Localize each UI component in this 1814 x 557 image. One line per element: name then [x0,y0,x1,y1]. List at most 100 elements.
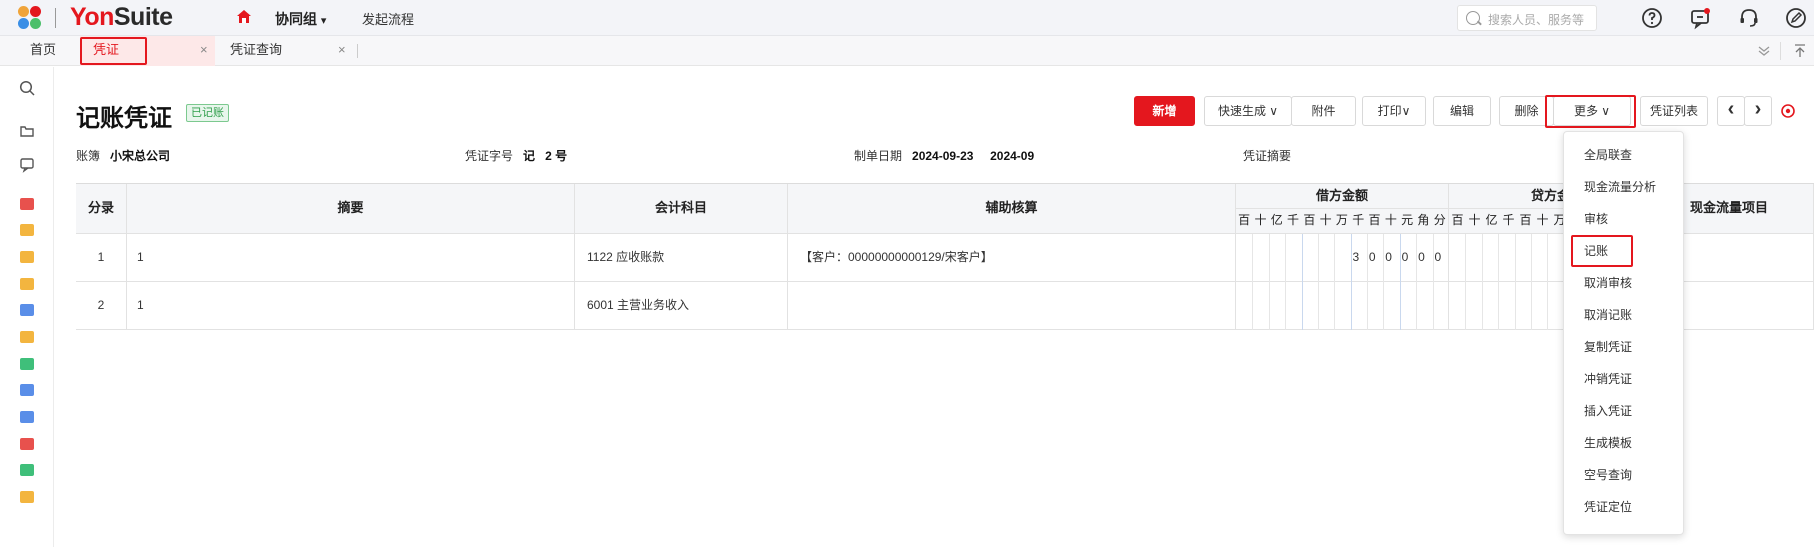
close-icon[interactable]: × [200,36,208,64]
menu-item[interactable]: 空号查询 [1584,466,1632,483]
table-row-auxiliary[interactable]: 【客户：00000000000129/宋客户】 [788,234,1236,282]
attachment-button[interactable]: 附件 [1291,96,1356,126]
header-summary: 摘要 [127,184,575,234]
digit-grid-line [1383,234,1385,330]
customer-service-icon[interactable] [1737,6,1761,30]
app-icon[interactable] [20,411,34,423]
more-dropdown-menu: 全局联查 现金流量分析 审核 记账 取消审核 取消记账 复制凭证 冲销凭证 插入… [1563,131,1684,535]
date-field: 制单日期 2024-09-23 2024-09 [854,149,1035,163]
table-row-no: 2 [76,282,127,330]
edit-button[interactable]: 编辑 [1433,96,1491,126]
app-icon[interactable] [20,464,34,476]
digit-grid-line [1498,234,1500,330]
logo-divider [55,8,56,28]
voucher-number-field: 凭证字号 记 2 号 [465,149,568,163]
menu-item[interactable]: 取消审核 [1584,274,1632,291]
header-account: 会计科目 [575,184,788,234]
table-row-account[interactable]: 1122 应收账款 [575,234,788,282]
digit-unit-label: 亿 [1270,213,1283,227]
page-title: 记账凭证 [76,105,172,132]
digit-unit-label: 角 [1417,213,1430,227]
digit-grid-line [1514,234,1516,330]
help-icon[interactable] [1640,6,1664,30]
app-icon[interactable] [20,198,34,210]
quick-generate-button[interactable]: 快速生成 ∨ [1204,96,1292,126]
highlight-box [80,37,147,65]
digit-grid-line [1301,234,1303,330]
table-row-auxiliary[interactable] [788,282,1236,330]
menu-item[interactable]: 凭证定位 [1584,498,1632,515]
app-icon[interactable] [20,251,34,263]
menu-item[interactable]: 审核 [1584,210,1608,227]
digit-unit-label: 分 [1433,213,1446,227]
tab-voucher-query[interactable]: 凭证查询 × [230,36,355,66]
menu-item[interactable]: 现金流量分析 [1584,178,1656,195]
settings-icon[interactable] [1780,103,1796,119]
digit-grid-line [1416,234,1418,330]
book-field: 账簿 小宋总公司 [76,149,171,163]
chat-icon[interactable] [19,157,35,173]
digit-grid-line [1350,234,1352,330]
edit-profile-icon[interactable] [1784,6,1808,30]
digit-grid-line [1268,234,1270,330]
menu-item[interactable]: 冲销凭证 [1584,370,1632,387]
digit-unit-label: 十 [1254,213,1267,227]
message-icon[interactable] [1688,6,1712,30]
global-search-input[interactable]: 搜索人员、服务等 [1457,5,1597,31]
tab-home[interactable]: 首页 [30,36,70,66]
digit-unit-label: 百 [1303,213,1316,227]
table-row-summary[interactable]: 1 [127,282,575,330]
app-icon[interactable] [20,304,34,316]
digit-grid-line [1465,234,1467,330]
voucher-list-button[interactable]: 凭证列表 [1640,96,1708,126]
app-icon[interactable] [20,358,34,370]
app-icon[interactable] [20,384,34,396]
table-row-account[interactable]: 6001 主营业务收入 [575,282,788,330]
digit-grid-line [1285,234,1287,330]
new-button[interactable]: 新增 [1134,96,1195,126]
app-icon[interactable] [20,331,34,343]
digit-unit-label: 百 [1451,213,1464,227]
digit-unit-label: 十 [1536,213,1549,227]
close-icon[interactable]: × [338,36,346,64]
start-flow-link[interactable]: 发起流程 [362,9,414,28]
print-button[interactable]: 打印∨ [1362,96,1426,126]
prev-button[interactable]: ‹ [1717,96,1745,126]
menu-item[interactable]: 生成模板 [1584,434,1632,451]
header-debit: 借方金额 [1236,184,1449,209]
chevron-down-icon[interactable] [1758,46,1770,56]
menu-item[interactable]: 复制凭证 [1584,338,1632,355]
next-button[interactable]: › [1744,96,1772,126]
left-sidebar [0,67,54,547]
digit-grid-line [1547,234,1549,330]
upload-icon[interactable] [1794,44,1806,58]
menu-item[interactable]: 取消记账 [1584,306,1632,323]
group-switcher[interactable]: 协同组 ▾ [275,9,326,29]
brand-logo: YonSuite [70,3,173,31]
menu-item[interactable]: 全局联查 [1584,146,1632,163]
cart-icon[interactable] [20,278,34,290]
app-icon[interactable] [20,438,34,450]
tab-divider [357,44,358,58]
app-icon[interactable] [20,224,34,236]
header-entry: 分录 [76,184,127,234]
status-badge: 已记账 [186,104,229,122]
app-icon[interactable] [20,491,34,503]
digit-unit-label: 千 [1502,213,1515,227]
digit-unit-label: 亿 [1485,213,1498,227]
digit-unit-label: 十 [1319,213,1332,227]
digit-grid-line [1399,234,1401,330]
home-icon[interactable] [236,9,252,25]
digit-grid-line [1481,234,1483,330]
digit-unit-label: 百 [1519,213,1532,227]
folder-icon[interactable] [19,123,35,139]
table-row-summary[interactable]: 1 [127,234,575,282]
menu-item[interactable]: 插入凭证 [1584,402,1632,419]
digit-grid-line [1432,234,1434,330]
digit-grid-line [1334,234,1336,330]
highlight-box [1571,235,1633,267]
voucher-table: 分录 摘要 会计科目 辅助核算 借方金额 百十亿千百十万千百十元角分 贷方金 百… [76,183,1814,330]
digit-grid-line [1367,234,1369,330]
tab-bar: 首页 凭证 × 凭证查询 × [0,36,1814,66]
search-icon[interactable] [19,80,35,96]
